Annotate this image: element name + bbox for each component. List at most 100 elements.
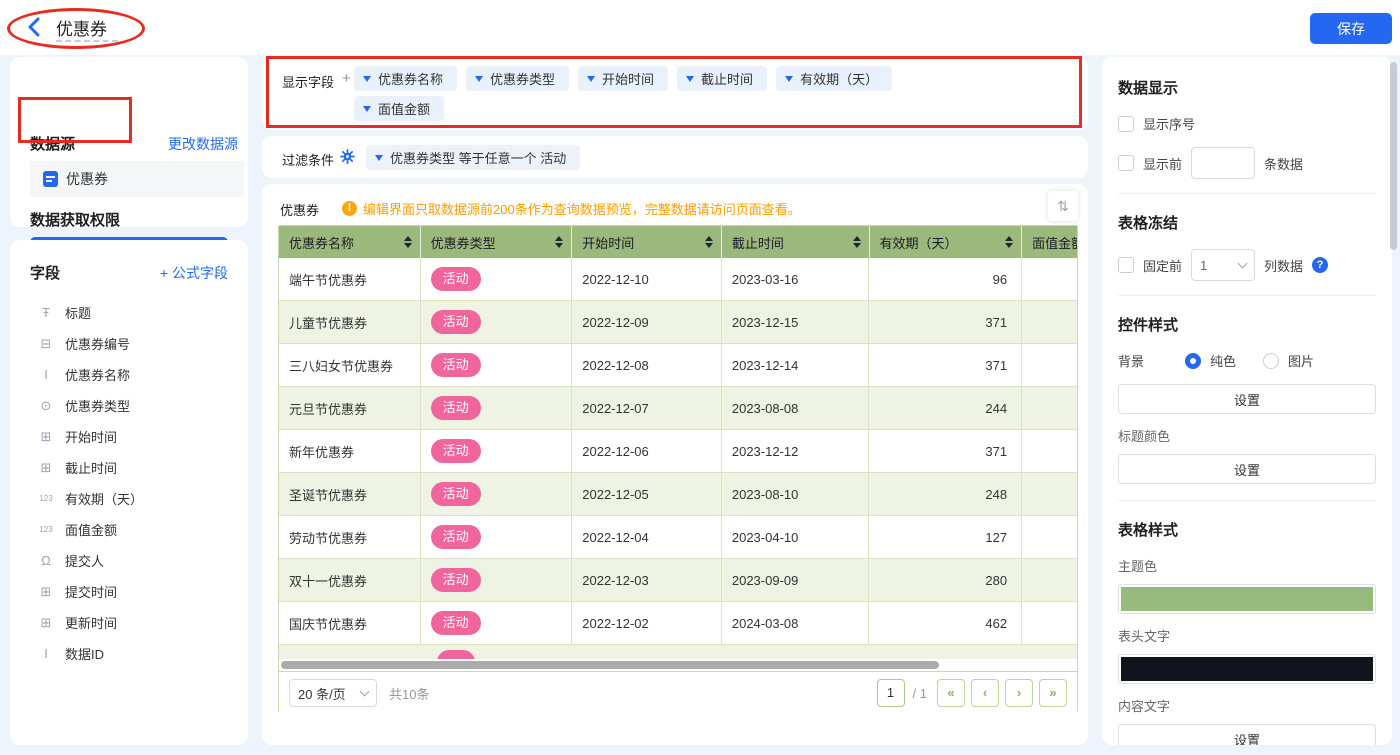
date-icon: ⊞ xyxy=(40,428,52,444)
save-button[interactable]: 保存 xyxy=(1310,13,1392,44)
cell-start-date: 2022-12-08 xyxy=(572,344,722,387)
column-header[interactable]: 截止时间 xyxy=(722,226,870,258)
sort-down-arrow xyxy=(852,243,861,248)
show-serial-checkbox[interactable] xyxy=(1118,115,1134,132)
prev-page-button[interactable]: ‹ xyxy=(971,679,999,707)
field-item[interactable]: I 数据ID xyxy=(26,638,232,669)
column-header[interactable]: 优惠券名称 xyxy=(279,226,421,258)
cell-coupon-type: 活动 xyxy=(420,301,573,344)
display-field-chip[interactable]: 截止时间 xyxy=(677,66,768,91)
cell-valid-days: 371 xyxy=(869,430,1023,473)
help-icon[interactable]: ? xyxy=(1312,257,1329,273)
cell-coupon-name: 双十一优惠券 xyxy=(279,559,421,602)
chip-row: 优惠券名称 优惠券类型 开始时间 截止时间 有效期（天） xyxy=(354,66,893,91)
theme-color-swatch[interactable] xyxy=(1118,584,1376,614)
cell-valid-days: 371 xyxy=(869,344,1023,387)
sort-icon xyxy=(403,236,412,248)
cell-end-date: 2023-08-10 xyxy=(721,473,870,516)
freeze-count-select[interactable]: 1 xyxy=(1191,249,1256,281)
cell-valid-days: 371 xyxy=(869,301,1023,344)
datasource-panel: 数据源 更改数据源 优惠券 数据获取权限 报表权限 xyxy=(10,57,248,267)
cell-valid-days: 96 xyxy=(869,258,1023,301)
cell-valid-days: 280 xyxy=(869,559,1023,602)
title-color-set-button[interactable]: 设置 xyxy=(1118,454,1376,484)
image-radio[interactable] xyxy=(1263,352,1280,369)
page-number-input[interactable]: 1 xyxy=(876,679,905,707)
field-item[interactable]: I 优惠券名称 xyxy=(26,359,232,390)
field-item[interactable]: ⊞ 更新时间 xyxy=(26,607,232,638)
freeze-checkbox[interactable] xyxy=(1118,257,1134,273)
datasource-item[interactable]: 优惠券 xyxy=(30,161,244,197)
sort-down-arrow xyxy=(555,243,564,248)
last-page-button[interactable]: » xyxy=(1039,679,1067,707)
table-row: 圣诞节优惠券 活动 2022-12-05 2023-08-10 248 xyxy=(279,473,1077,516)
show-first-count-input[interactable] xyxy=(1191,147,1256,179)
field-item[interactable]: 123 面值金额 xyxy=(26,514,232,545)
field-item-label: 优惠券名称 xyxy=(65,368,131,383)
cell-end-date: 2023-12-14 xyxy=(721,344,870,387)
cell-face-value xyxy=(1022,559,1077,602)
preview-table: 优惠券名称 优惠券类型 开始时间 截止时间 有效期（天） 面值金额 端午节优惠券活动 202… xyxy=(278,225,1078,714)
preview-notice-text: 编辑界面只取数据源前200条作为查询数据预览，完整数据请访问页面查看。 xyxy=(363,202,801,217)
field-item[interactable]: ⊞ 提交时间 xyxy=(26,576,232,607)
content-text-label: 内容文字 xyxy=(1118,699,1171,714)
field-item[interactable]: Ŧ 标题 xyxy=(26,297,232,328)
column-header[interactable]: 有效期（天） xyxy=(870,226,1023,258)
column-header[interactable]: 优惠券类型 xyxy=(421,226,573,258)
field-item[interactable]: ⊙ 优惠券类型 xyxy=(26,390,232,421)
add-formula-field-link[interactable]: + 公式字段 xyxy=(160,263,228,283)
column-header-label: 截止时间 xyxy=(731,235,784,251)
column-header[interactable]: 面值金额 xyxy=(1022,226,1077,258)
sort-order-button[interactable]: ⇅ xyxy=(1048,191,1078,221)
background-set-button[interactable]: 设置 xyxy=(1118,384,1376,414)
field-item[interactable]: ⊞ 开始时间 xyxy=(26,421,232,452)
serial-icon: ⊟ xyxy=(40,335,52,351)
page-size-value: 20 条/页 xyxy=(298,686,346,702)
horizontal-scrollbar-thumb[interactable] xyxy=(281,661,939,669)
cell-face-value xyxy=(1022,258,1077,301)
cell-face-value xyxy=(1022,473,1077,516)
field-item[interactable]: ⊞ 截止时间 xyxy=(26,452,232,483)
vertical-scrollbar-thumb[interactable] xyxy=(1390,62,1397,250)
cell-coupon-name: 儿童节优惠券 xyxy=(279,301,421,344)
horizontal-scrollbar xyxy=(279,659,1077,671)
background-label: 背景 xyxy=(1118,354,1145,369)
display-field-chip[interactable]: 有效期（天） xyxy=(776,66,893,91)
gear-icon[interactable] xyxy=(340,149,355,164)
display-field-chip[interactable]: 优惠券类型 xyxy=(466,66,570,91)
field-item[interactable]: Ω 提交人 xyxy=(26,545,232,576)
total-count: 共10条 xyxy=(389,686,430,702)
next-page-button[interactable]: › xyxy=(1005,679,1033,707)
cell-face-value xyxy=(1022,387,1077,430)
page-size-select[interactable]: 20 条/页 xyxy=(289,679,377,707)
header-text-swatch[interactable] xyxy=(1118,654,1376,684)
content-text-set-button[interactable]: 设置 xyxy=(1118,724,1376,745)
field-item[interactable]: ⊟ 优惠券编号 xyxy=(26,328,232,359)
filter-section: 过滤条件 优惠券类型 等于任意一个 活动 xyxy=(262,136,1088,178)
add-display-field-button[interactable]: + xyxy=(342,70,351,87)
table-row: 国庆节优惠券 活动 2022-12-02 2024-03-08 462 xyxy=(279,602,1077,645)
filter-condition-chip[interactable]: 优惠券类型 等于任意一个 活动 xyxy=(366,145,581,170)
display-field-chip[interactable]: 开始时间 xyxy=(578,66,669,91)
first-page-button[interactable]: « xyxy=(937,679,965,707)
preview-notice: ! 编辑界面只取数据源前200条作为查询数据预览，完整数据请访问页面查看。 xyxy=(342,199,801,218)
cell-coupon-type: 活动 xyxy=(420,602,573,645)
show-first-checkbox[interactable] xyxy=(1118,155,1134,171)
pagination-bar: 20 条/页 共10条 1 / 1 « ‹ › » xyxy=(279,671,1077,714)
cell-start-date: 2022-12-07 xyxy=(572,387,722,430)
datasource-heading: 数据源 xyxy=(30,136,76,153)
chevron-down-icon xyxy=(785,75,794,82)
display-field-chip-label: 有效期（天） xyxy=(800,72,879,87)
cell-end-date: 2023-08-08 xyxy=(721,387,870,430)
display-field-chip[interactable]: 优惠券名称 xyxy=(354,66,458,91)
column-header[interactable]: 开始时间 xyxy=(572,226,722,258)
number-icon: 123 xyxy=(39,494,53,503)
field-item-label: 提交时间 xyxy=(65,585,118,600)
back-icon[interactable] xyxy=(26,17,42,37)
display-field-chip[interactable]: 面值金额 xyxy=(354,96,445,121)
sort-down-arrow xyxy=(704,243,713,248)
solid-color-radio[interactable] xyxy=(1185,352,1201,369)
cell-start-date: 2022-12-04 xyxy=(572,516,722,559)
field-item[interactable]: 123 有效期（天） xyxy=(26,483,232,514)
change-datasource-link[interactable]: 更改数据源 xyxy=(168,134,238,154)
